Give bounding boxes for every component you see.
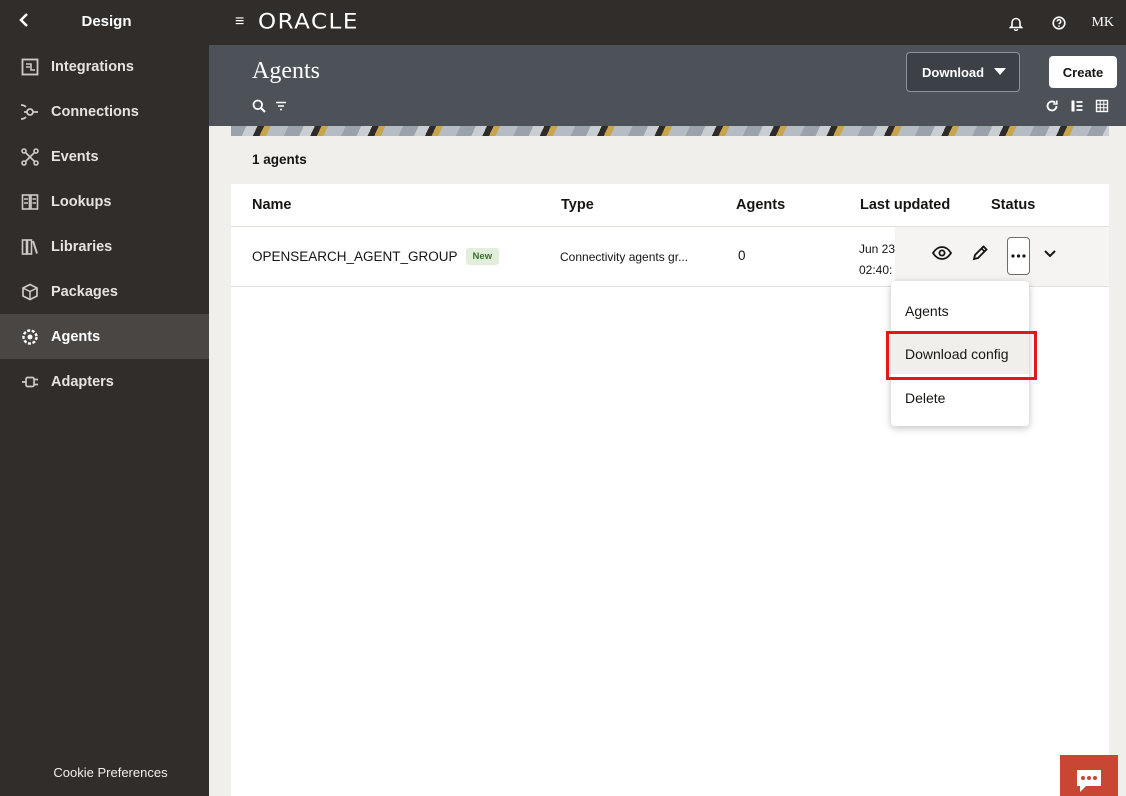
hamburger-menu-icon[interactable]: ≡: [235, 13, 244, 31]
more-actions-button[interactable]: [1007, 237, 1030, 275]
sidebar-item-label: Packages: [51, 283, 118, 300]
agent-group-name-cell: OPENSEARCH_AGENT_GROUP New: [252, 248, 500, 265]
chat-button[interactable]: [1060, 755, 1118, 796]
sidebar-item-agents[interactable]: Agents: [0, 314, 209, 359]
sidebar-title: Design: [81, 13, 132, 30]
column-header-name[interactable]: Name: [252, 197, 292, 213]
sidebar-item-packages[interactable]: Packages: [0, 269, 209, 314]
filter-icon[interactable]: [274, 99, 288, 118]
search-icon[interactable]: [252, 99, 266, 118]
top-bar: ≡ ORACLE MK: [209, 0, 1126, 45]
lookups-icon: [21, 193, 39, 211]
page-header: Agents Download Create: [209, 45, 1126, 126]
oracle-logo: ORACLE: [258, 10, 359, 34]
last-updated-time: 02:40:: [859, 263, 893, 277]
libraries-icon: [21, 238, 39, 256]
top-bar-icons: MK: [994, 12, 1114, 34]
column-header-last-updated[interactable]: Last updated: [860, 197, 950, 213]
sidebar-header: Design: [0, 0, 209, 44]
sidebar-item-adapters[interactable]: Adapters: [0, 359, 209, 404]
agent-group-type: Connectivity agents gr...: [560, 250, 689, 264]
more-dots-icon: [1011, 254, 1026, 258]
sidebar-item-label: Lookups: [51, 193, 112, 210]
help-icon[interactable]: [1037, 12, 1080, 34]
caret-down-icon: [994, 68, 1006, 75]
sidebar: Design Integrations Connections Events L…: [0, 0, 209, 796]
agents-icon: [21, 328, 39, 346]
column-header-agents[interactable]: Agents: [736, 197, 785, 213]
new-badge: New: [465, 248, 500, 265]
column-header-status[interactable]: Status: [991, 197, 1035, 213]
decorative-banner: [231, 126, 1109, 136]
agents-count: 1 agents: [231, 136, 1109, 184]
last-updated-date: Jun 23: [859, 242, 896, 256]
list-view-icon[interactable]: [1070, 99, 1084, 118]
sidebar-item-libraries[interactable]: Libraries: [0, 224, 209, 269]
packages-icon: [21, 283, 39, 301]
download-button[interactable]: Download: [906, 52, 1020, 92]
expand-chevron-down-icon[interactable]: [1038, 241, 1062, 265]
sidebar-item-label: Integrations: [51, 58, 134, 75]
adapters-icon: [21, 373, 39, 391]
cookie-preferences-link[interactable]: Cookie Preferences: [0, 765, 209, 780]
menu-item-delete[interactable]: Delete: [891, 378, 1029, 418]
integrations-icon: [21, 58, 39, 76]
sidebar-item-connections[interactable]: Connections: [0, 89, 209, 134]
sidebar-item-label: Libraries: [51, 238, 113, 255]
sidebar-nav: Integrations Connections Events Lookups …: [0, 44, 209, 404]
agent-group-name[interactable]: OPENSEARCH_AGENT_GROUP: [252, 249, 458, 264]
last-updated-cell: Jun 23 02:40:: [859, 239, 899, 281]
sidebar-item-label: Connections: [51, 103, 139, 120]
agents-table: Name Type Agents Last updated Status OPE…: [231, 184, 1109, 796]
sidebar-item-label: Adapters: [51, 373, 114, 390]
grid-view-icon[interactable]: [1095, 99, 1109, 118]
row-actions: [895, 227, 1109, 286]
sidebar-item-events[interactable]: Events: [0, 134, 209, 179]
header-tools: [252, 99, 288, 118]
refresh-icon[interactable]: [1045, 99, 1059, 118]
sidebar-item-label: Events: [51, 148, 99, 165]
view-tools: [1045, 99, 1109, 118]
table-header: Name Type Agents Last updated Status: [231, 184, 1109, 227]
column-header-type[interactable]: Type: [561, 197, 594, 213]
sidebar-item-label: Agents: [51, 328, 101, 345]
download-button-label: Download: [922, 64, 985, 80]
connections-icon: [21, 103, 39, 121]
create-button[interactable]: Create: [1049, 56, 1117, 88]
sidebar-item-integrations[interactable]: Integrations: [0, 44, 209, 89]
view-eye-icon[interactable]: [930, 241, 954, 265]
events-icon: [21, 147, 39, 166]
table-row[interactable]: OPENSEARCH_AGENT_GROUP New Connectivity a…: [231, 227, 1109, 287]
chat-icon: [1077, 770, 1101, 792]
menu-item-agents[interactable]: Agents: [891, 291, 1029, 331]
highlight-annotation: [886, 331, 1037, 380]
sidebar-item-lookups[interactable]: Lookups: [0, 179, 209, 224]
user-avatar[interactable]: MK: [1080, 15, 1114, 31]
edit-pencil-icon[interactable]: [968, 241, 992, 265]
page-title: Agents: [252, 58, 320, 84]
agent-count: 0: [738, 248, 746, 263]
notifications-bell-icon[interactable]: [994, 12, 1037, 34]
